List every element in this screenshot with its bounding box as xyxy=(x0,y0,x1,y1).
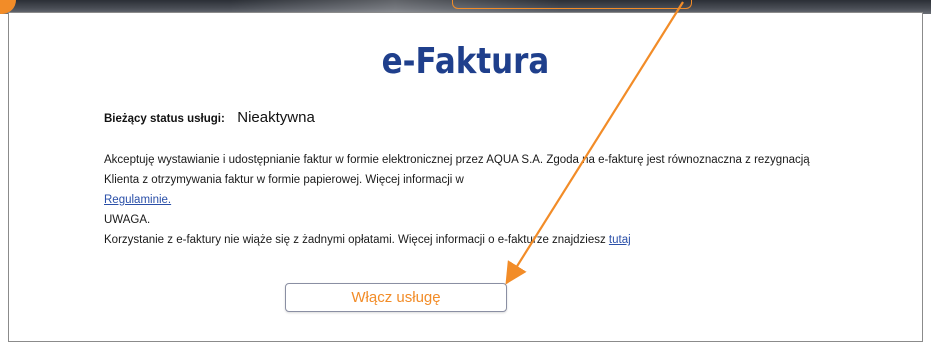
status-label: Bieżący status usługi: xyxy=(104,113,225,125)
consent-text: Akceptuję wystawianie i udostępnianie fa… xyxy=(104,154,810,186)
page-title: e-Faktura xyxy=(381,41,550,82)
more-info-link[interactable]: tutaj xyxy=(609,234,631,246)
highlighted-menu-item xyxy=(452,0,692,9)
service-status-row: Bieżący status usługi: Nieaktywna xyxy=(104,109,315,127)
info-text: Korzystanie z e-faktury nie wiąże się z … xyxy=(104,234,609,246)
consent-text-block: Akceptuję wystawianie i udostępnianie fa… xyxy=(104,150,844,250)
enable-service-button[interactable]: Włącz usługę xyxy=(285,283,507,312)
regulamin-link[interactable]: Regulaminie. xyxy=(104,194,171,206)
status-value: Nieaktywna xyxy=(237,109,315,126)
warning-heading: UWAGA. xyxy=(104,214,151,226)
